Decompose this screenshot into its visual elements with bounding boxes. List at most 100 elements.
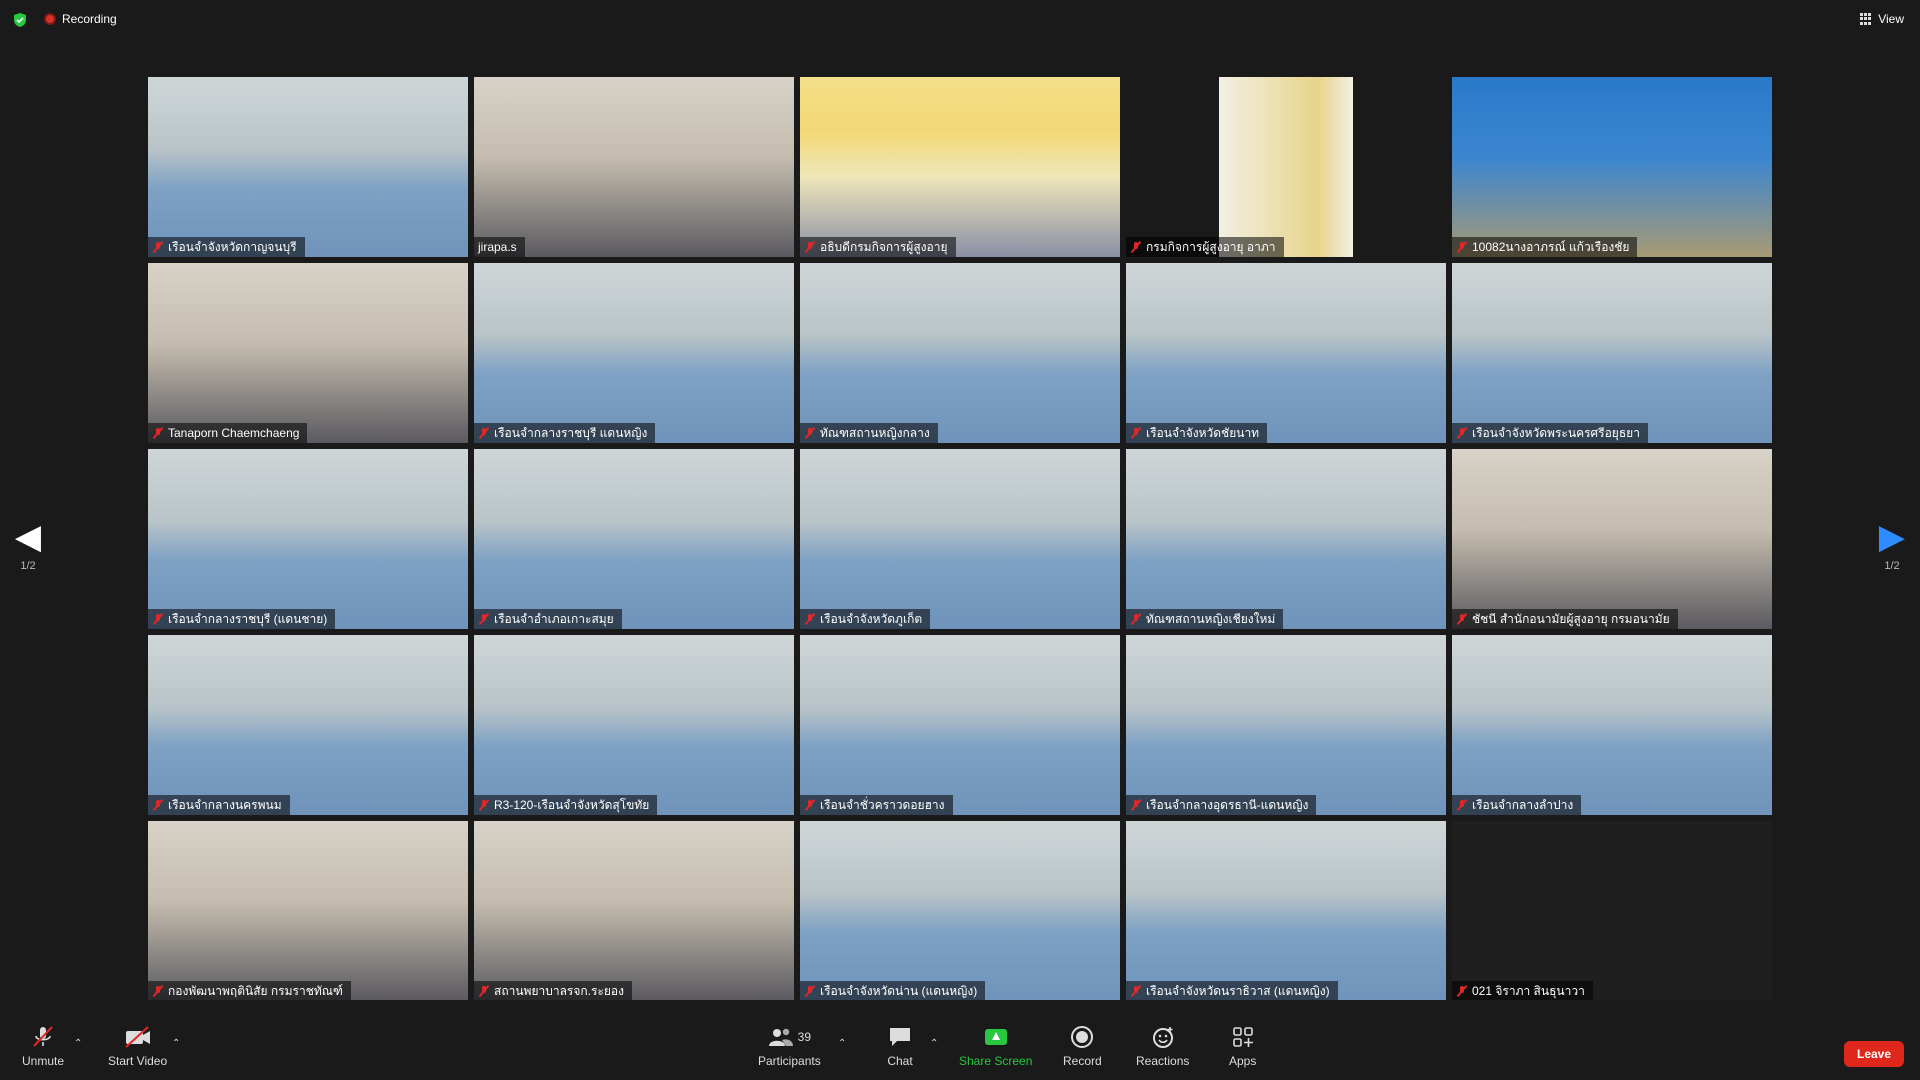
participant-name: เรือนจำจังหวัดกาญจนบุรี: [168, 239, 297, 254]
record-button[interactable]: Record: [1063, 1024, 1102, 1068]
reactions-label: Reactions: [1136, 1054, 1190, 1068]
participants-caret-icon[interactable]: ⌃: [838, 1038, 846, 1049]
view-button[interactable]: View: [1860, 12, 1904, 26]
mic-muted-icon: [152, 241, 164, 253]
participant-video: [800, 77, 1120, 257]
top-bar: Recording View: [0, 0, 1920, 40]
recording-indicator[interactable]: Recording: [44, 12, 117, 26]
leave-button[interactable]: Leave: [1844, 1041, 1904, 1067]
participant-tile[interactable]: เรือนจำกลางราชบุรี (แดนชาย): [148, 449, 468, 629]
record-label: Record: [1063, 1054, 1102, 1068]
participant-tile[interactable]: เรือนจำกลางราชบุรี แดนหญิง: [474, 263, 794, 443]
participant-video: [474, 821, 794, 1001]
participant-tile[interactable]: สถานพยาบาลรจก.ระยอง: [474, 821, 794, 1001]
participant-name: ทัณฑสถานหญิงเชียงใหม่: [1146, 611, 1276, 626]
participant-video: [1126, 449, 1446, 629]
participant-tile[interactable]: ทัณฑสถานหญิงกลาง: [800, 263, 1120, 443]
participant-video: [1126, 77, 1446, 257]
mic-muted-icon: [478, 985, 490, 997]
reactions-button[interactable]: Reactions: [1136, 1024, 1189, 1068]
participant-tile[interactable]: เรือนจำชั่วคราวดอยฮาง: [800, 635, 1120, 815]
participant-video: [474, 449, 794, 629]
mic-muted-icon: [478, 799, 490, 811]
participant-tile[interactable]: เรือนจำจังหวัดภูเก็ต: [800, 449, 1120, 629]
participant-name: เรือนจำจังหวัดพระนครศรีอยุธยา: [1472, 425, 1640, 440]
participant-name: Tanaporn Chaemchaeng: [168, 426, 300, 440]
participant-name-bar: เรือนจำจังหวัดกาญจนบุรี: [148, 237, 305, 257]
audio-options-caret-icon[interactable]: ⌃: [74, 1038, 82, 1049]
chevron-right-icon: ▶: [1878, 518, 1906, 556]
participant-name-bar: เรือนจำอำเภอเกาะสมุย: [474, 609, 622, 629]
mic-muted-icon: [1130, 241, 1142, 253]
participant-name-bar: เรือนจำจังหวัดชัยนาท: [1126, 423, 1268, 443]
apps-button[interactable]: Apps: [1229, 1024, 1256, 1068]
participant-tile[interactable]: เรือนจำจังหวัดกาญจนบุรี: [148, 77, 468, 257]
participant-tile[interactable]: jirapa.s: [474, 77, 794, 257]
video-options-caret-icon[interactable]: ⌃: [172, 1038, 180, 1049]
participant-name-bar: เรือนจำกลางนครพนม: [148, 795, 290, 815]
participants-label: Participants: [758, 1054, 821, 1068]
chat-caret-icon[interactable]: ⌃: [930, 1038, 938, 1049]
next-page-button[interactable]: ▶ 1/2: [1872, 520, 1912, 572]
video-off-icon: [123, 1024, 153, 1050]
participant-tile[interactable]: Tanaporn Chaemchaeng: [148, 263, 468, 443]
participant-name-bar: เรือนจำจังหวัดพระนครศรีอยุธยา: [1452, 423, 1648, 443]
mic-muted-icon: [1130, 799, 1142, 811]
participant-tile[interactable]: R3-120-เรือนจำจังหวัดสุโขทัย: [474, 635, 794, 815]
participant-tile[interactable]: ทัณฑสถานหญิงเชียงใหม่: [1126, 449, 1446, 629]
share-screen-button[interactable]: Share Screen: [959, 1024, 1032, 1068]
mic-muted-icon: [1456, 613, 1468, 625]
participant-name-bar: 021 จิราภา สินธุนาวา: [1452, 981, 1593, 1001]
participant-tile[interactable]: เรือนจำจังหวัดน่าน (แดนหญิง): [800, 821, 1120, 1001]
participant-name-bar: ทัณฑสถานหญิงกลาง: [800, 423, 938, 443]
mic-muted-icon: [1456, 241, 1468, 253]
participant-tile[interactable]: เรือนจำอำเภอเกาะสมุย: [474, 449, 794, 629]
participant-video: [474, 263, 794, 443]
participant-name-bar: ทัณฑสถานหญิงเชียงใหม่: [1126, 609, 1284, 629]
grid-view-icon: [1860, 13, 1872, 25]
page-indicator-left: 1/2: [20, 560, 36, 572]
participants-button[interactable]: 39 Participants: [758, 1024, 821, 1068]
participant-tile[interactable]: อธิบดีกรมกิจการผู้สูงอายุ: [800, 77, 1120, 257]
mic-muted-icon: [1456, 985, 1468, 997]
unmute-button[interactable]: Unmute: [22, 1024, 64, 1068]
participant-video: [1126, 821, 1446, 1001]
mic-muted-icon: [804, 427, 816, 439]
participant-tile[interactable]: เรือนจำจังหวัดนราธิวาส (แดนหญิง): [1126, 821, 1446, 1001]
participant-tile[interactable]: กรมกิจการผู้สูงอายุ อาภา: [1126, 77, 1446, 257]
participant-name: เรือนจำอำเภอเกาะสมุย: [494, 611, 614, 626]
participant-name: เรือนจำกลางอุดรธานี-แดนหญิง: [1146, 797, 1309, 812]
participant-tile[interactable]: 10082นางอาภรณ์ แก้วเรืองชัย: [1452, 77, 1772, 257]
security-shield-icon[interactable]: [12, 12, 28, 28]
participant-tile[interactable]: ชัชนี สำนักอนามัยผู้สูงอายุ กรมอนามัย: [1452, 449, 1772, 629]
participant-name: ชัชนี สำนักอนามัยผู้สูงอายุ กรมอนามัย: [1472, 611, 1670, 626]
previous-page-button[interactable]: ◀ 1/2: [8, 520, 48, 572]
participant-name: อธิบดีกรมกิจการผู้สูงอายุ: [820, 239, 948, 254]
participant-video: [800, 635, 1120, 815]
participant-name: 021 จิราภา สินธุนาวา: [1472, 983, 1585, 998]
mic-muted-icon: [1456, 799, 1468, 811]
participant-name-bar: เรือนจำจังหวัดน่าน (แดนหญิง): [800, 981, 986, 1001]
participant-name-bar: เรือนจำจังหวัดภูเก็ต: [800, 609, 931, 629]
participant-name: R3-120-เรือนจำจังหวัดสุโขทัย: [494, 797, 650, 812]
participant-video: [1452, 821, 1772, 1001]
participant-video: [1126, 635, 1446, 815]
participant-tile[interactable]: เรือนจำกลางนครพนม: [148, 635, 468, 815]
start-video-button[interactable]: Start Video: [108, 1024, 167, 1068]
participant-name-bar: สถานพยาบาลรจก.ระยอง: [474, 981, 632, 1001]
participant-tile[interactable]: เรือนจำจังหวัดชัยนาท: [1126, 263, 1446, 443]
participant-video: [1452, 263, 1772, 443]
participant-video: [1452, 635, 1772, 815]
participant-tile[interactable]: เรือนจำกลางอุดรธานี-แดนหญิง: [1126, 635, 1446, 815]
participant-tile[interactable]: เรือนจำจังหวัดพระนครศรีอยุธยา: [1452, 263, 1772, 443]
chat-button[interactable]: Chat: [887, 1024, 913, 1068]
view-label: View: [1878, 12, 1904, 26]
apps-icon: [1232, 1024, 1254, 1050]
mic-muted-icon: [152, 799, 164, 811]
participant-tile[interactable]: เรือนจำกลางลำปาง: [1452, 635, 1772, 815]
participant-video: [1452, 77, 1772, 257]
participant-name: ทัณฑสถานหญิงกลาง: [820, 425, 930, 440]
participant-name-bar: jirapa.s: [474, 237, 525, 257]
participant-tile[interactable]: กองพัฒนาพฤตินิสัย กรมราชทัณฑ์: [148, 821, 468, 1001]
participant-tile[interactable]: 021 จิราภา สินธุนาวา: [1452, 821, 1772, 1001]
